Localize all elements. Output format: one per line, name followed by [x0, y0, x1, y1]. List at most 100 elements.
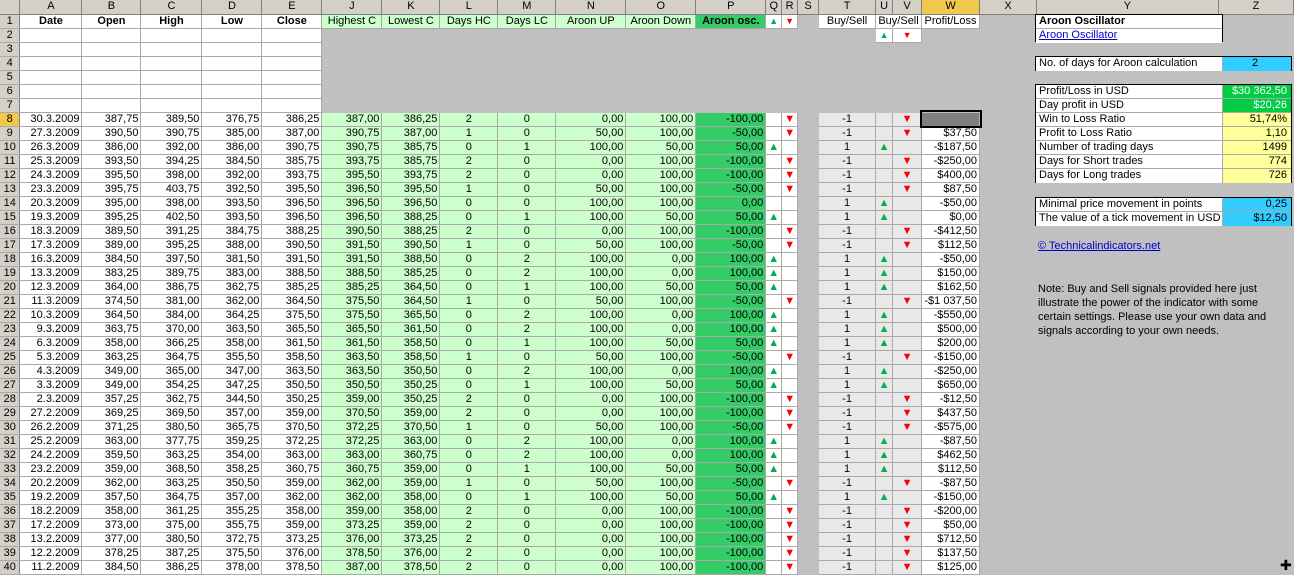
cell-low[interactable]: 358,00 — [201, 336, 263, 351]
up-arrow-icon[interactable]: ▲ — [875, 378, 894, 393]
down-arrow-icon[interactable] — [781, 490, 799, 505]
empty-cell[interactable] — [321, 84, 383, 99]
gap-cell[interactable] — [797, 476, 820, 491]
down-arrow-icon[interactable]: ▼ — [892, 126, 923, 141]
empty-cell[interactable] — [1036, 42, 1219, 57]
header-aroon-osc[interactable]: Aroon osc. — [695, 14, 767, 29]
gap-cell[interactable] — [797, 238, 820, 253]
empty-cell[interactable] — [979, 28, 1037, 43]
cell-aroon-up[interactable]: 50,00 — [555, 476, 627, 491]
cell-low[interactable]: 386,00 — [201, 140, 263, 155]
cell-profit-loss[interactable]: -$250,00 — [921, 154, 980, 169]
gap-cell[interactable] — [797, 504, 820, 519]
cell-aroon-osc[interactable]: 100,00 — [695, 266, 767, 281]
cell-aroon-osc[interactable]: -100,00 — [695, 546, 767, 561]
column-header-b[interactable]: B — [81, 0, 142, 15]
cell-lowest-c[interactable]: 385,25 — [381, 266, 441, 281]
cell-lowest-c[interactable]: 358,50 — [381, 350, 441, 365]
up-arrow-icon[interactable] — [765, 182, 783, 197]
cell-date[interactable]: 10.3.2009 — [19, 308, 83, 323]
cell-open[interactable]: 386,00 — [81, 140, 142, 155]
cell-aroon-down[interactable]: 0,00 — [625, 448, 697, 463]
column-header-t[interactable]: T — [818, 0, 877, 15]
empty-cell[interactable] — [781, 42, 799, 57]
down-arrow-icon[interactable]: ▼ — [892, 154, 923, 169]
cell-highest-c[interactable]: 390,75 — [321, 140, 383, 155]
empty-cell[interactable] — [81, 42, 142, 57]
empty-cell[interactable] — [979, 238, 1037, 253]
gap-cell[interactable] — [797, 490, 820, 505]
empty-cell[interactable] — [497, 98, 557, 113]
empty-cell[interactable] — [892, 56, 923, 71]
up-arrow-icon[interactable] — [765, 476, 783, 491]
cell-highest-c[interactable]: 360,75 — [321, 462, 383, 477]
row-number[interactable]: 2 — [0, 28, 21, 43]
row-number[interactable]: 13 — [0, 182, 21, 197]
empty-cell[interactable] — [765, 98, 783, 113]
cell-high[interactable]: 381,00 — [140, 294, 203, 309]
empty-cell[interactable] — [140, 28, 203, 43]
cell-days-hc[interactable]: 2 — [439, 392, 499, 407]
cell-date[interactable]: 13.3.2009 — [19, 266, 83, 281]
column-header-p[interactable]: P — [695, 0, 767, 15]
cell-aroon-down[interactable]: 100,00 — [625, 294, 697, 309]
cell-aroon-osc[interactable]: -100,00 — [695, 518, 767, 533]
up-arrow-icon[interactable]: ▲ — [875, 322, 894, 337]
empty-cell[interactable] — [1036, 546, 1219, 561]
gap-cell[interactable] — [797, 196, 820, 211]
cell-aroon-up[interactable]: 0,00 — [555, 406, 627, 421]
cell-lowest-c[interactable]: 395,50 — [381, 182, 441, 197]
gap-cell[interactable] — [797, 308, 820, 323]
cell-lowest-c[interactable]: 359,00 — [381, 476, 441, 491]
up-arrow-icon[interactable]: ▲ — [765, 490, 783, 505]
cell-days-lc[interactable]: 0 — [497, 154, 557, 169]
cell-days-lc[interactable]: 0 — [497, 476, 557, 491]
cell-aroon-up[interactable]: 100,00 — [555, 378, 627, 393]
up-arrow-icon[interactable] — [875, 476, 894, 491]
cell-highest-c[interactable]: 388,50 — [321, 266, 383, 281]
cell-highest-c[interactable]: 362,00 — [321, 490, 383, 505]
empty-cell[interactable] — [1036, 420, 1219, 435]
cell-highest-c[interactable]: 387,00 — [321, 112, 383, 127]
row-number[interactable]: 12 — [0, 168, 21, 183]
cell-high[interactable]: 361,25 — [140, 504, 203, 519]
down-arrow-icon[interactable]: ▼ — [781, 238, 799, 253]
cell-close[interactable]: 391,50 — [261, 252, 323, 267]
empty-cell[interactable] — [979, 14, 1037, 29]
cell-highest-c[interactable]: 390,50 — [321, 224, 383, 239]
cell-open[interactable]: 374,50 — [81, 294, 142, 309]
empty-cell[interactable] — [979, 154, 1037, 169]
empty-cell[interactable] — [979, 462, 1037, 477]
stat-value[interactable]: 1,10 — [1223, 127, 1291, 140]
cell-days-hc[interactable]: 2 — [439, 168, 499, 183]
cell-highest-c[interactable]: 363,50 — [321, 350, 383, 365]
cell-highest-c[interactable]: 396,50 — [321, 182, 383, 197]
empty-cell[interactable] — [555, 42, 627, 57]
cell-open[interactable]: 373,00 — [81, 518, 142, 533]
empty-cell[interactable] — [140, 84, 203, 99]
cell-buy-sell[interactable]: 1 — [818, 210, 877, 225]
down-arrow-icon[interactable]: ▼ — [892, 112, 923, 127]
cell-close[interactable]: 362,00 — [261, 490, 323, 505]
cell-close[interactable]: 365,50 — [261, 322, 323, 337]
gap-cell[interactable] — [797, 140, 820, 155]
empty-cell[interactable] — [261, 98, 323, 113]
empty-cell[interactable] — [1036, 182, 1219, 197]
cell-low[interactable]: 363,50 — [201, 322, 263, 337]
cell-days-hc[interactable]: 0 — [439, 490, 499, 505]
cell-lowest-c[interactable]: 365,50 — [381, 308, 441, 323]
row-number[interactable]: 35 — [0, 490, 21, 505]
cell-profit-loss[interactable]: $137,50 — [921, 546, 980, 561]
up-arrow-icon[interactable] — [765, 532, 783, 547]
empty-cell[interactable] — [695, 28, 767, 43]
cell-highest-c[interactable]: 359,00 — [321, 504, 383, 519]
cell-buy-sell[interactable]: 1 — [818, 140, 877, 155]
cell-days-hc[interactable]: 0 — [439, 266, 499, 281]
cell-aroon-osc[interactable]: -100,00 — [695, 154, 767, 169]
cell-low[interactable]: 347,25 — [201, 378, 263, 393]
empty-cell[interactable] — [1218, 490, 1294, 505]
up-arrow-icon[interactable] — [765, 546, 783, 561]
empty-cell[interactable] — [439, 98, 499, 113]
cell-highest-c[interactable]: 363,00 — [321, 448, 383, 463]
empty-cell[interactable] — [875, 42, 894, 57]
